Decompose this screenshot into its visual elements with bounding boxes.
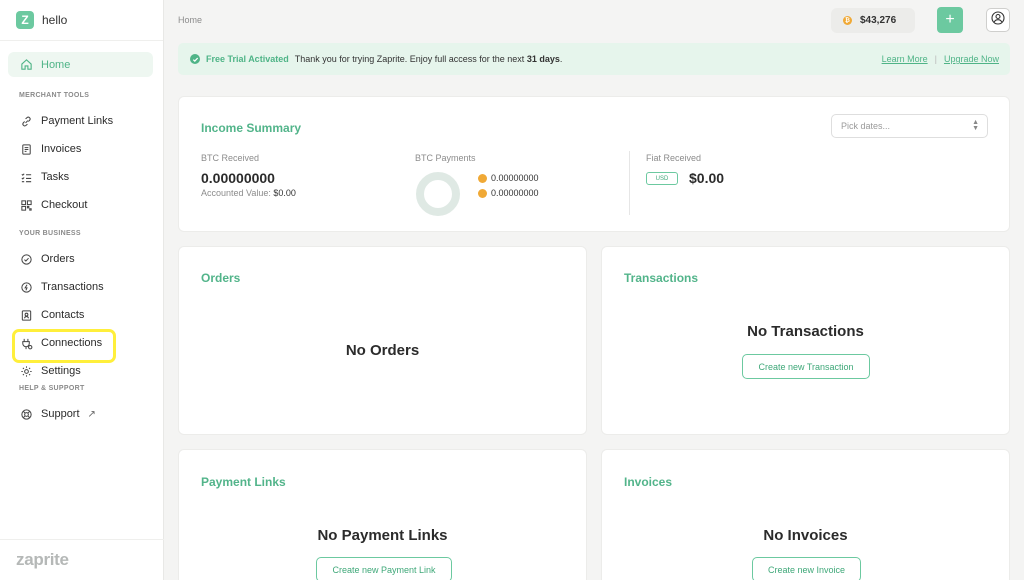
btc-price-badge[interactable]: ₿ $43,276	[831, 8, 915, 33]
user-icon	[991, 10, 1005, 30]
sidebar: Z hello Home MERCHANT TOOLS Payment Link…	[0, 0, 164, 580]
btc-received-label: BTC Received	[201, 153, 260, 163]
invoices-title: Invoices	[624, 475, 673, 489]
home-icon	[19, 58, 33, 72]
banner-links: Learn More | Upgrade Now	[882, 54, 999, 64]
zaprite-wordmark: zaprite	[0, 539, 164, 580]
transactions-empty-state: No Transactions	[747, 323, 864, 340]
add-button[interactable]: +	[937, 7, 963, 33]
sidebar-item-home[interactable]: Home	[8, 52, 153, 77]
sidebar-item-label: Payment Links	[41, 115, 114, 127]
sidebar-item-label: Contacts	[41, 309, 85, 321]
bitcoin-icon	[478, 173, 487, 183]
bitcoin-icon: ₿	[843, 16, 852, 25]
sidebar-item-settings[interactable]: Settings	[0, 357, 163, 385]
invoice-icon	[19, 142, 33, 156]
date-range-picker[interactable]: Pick dates... ▲ ▼	[831, 114, 988, 138]
payment-links-card: Payment Links No Payment Links Create ne…	[178, 449, 587, 580]
btc-onchain-row: 0.00000000	[478, 173, 539, 183]
sidebar-item-label: Support	[41, 408, 80, 420]
btc-price: $43,276	[860, 15, 897, 26]
sidebar-item-label: Home	[41, 58, 71, 71]
income-summary-card: Income Summary Pick dates... ▲ ▼ BTC Rece…	[178, 96, 1010, 232]
check-circle-icon	[19, 252, 33, 266]
merchant-tools-heading: MERCHANT TOOLS	[19, 92, 90, 99]
lightning-circle-icon	[19, 280, 33, 294]
sidebar-item-connections[interactable]: Connections	[0, 329, 163, 363]
topbar: Home ₿ $43,276 +	[164, 0, 1024, 41]
external-link-icon: ↗	[87, 408, 96, 420]
accounted-label: Accounted Value:	[201, 188, 271, 198]
banner-message: Thank you for trying Zaprite. Enjoy full…	[295, 54, 563, 64]
btc-payments-donut	[416, 172, 460, 216]
sidebar-item-payment-links[interactable]: Payment Links	[0, 107, 163, 135]
trial-banner: Free Trial Activated Thank you for tryin…	[178, 43, 1010, 75]
transactions-card: Transactions No Transactions Create new …	[601, 246, 1010, 435]
checklist-icon	[19, 170, 33, 184]
user-menu-button[interactable]	[986, 8, 1010, 32]
accounted-value: Accounted Value: $0.00	[201, 188, 296, 198]
sidebar-item-label: Tasks	[41, 171, 70, 183]
qr-code-icon	[19, 198, 33, 212]
sidebar-item-invoices[interactable]: Invoices	[0, 135, 163, 163]
lightning-icon	[478, 188, 487, 198]
banner-text-pre: Thank you for trying Zaprite. Enjoy full…	[294, 54, 527, 64]
fiat-received-label: Fiat Received	[646, 153, 702, 163]
currency-badge: USD	[646, 172, 678, 185]
your-business-heading: YOUR BUSINESS	[19, 230, 81, 237]
lifebuoy-icon	[19, 407, 33, 421]
learn-more-link[interactable]: Learn More	[882, 54, 928, 64]
invoices-empty-state: No Invoices	[763, 527, 848, 544]
sidebar-item-checkout[interactable]: Checkout	[0, 191, 163, 219]
banner-text-post: .	[559, 54, 563, 64]
income-summary-title: Income Summary	[201, 121, 302, 135]
transactions-title: Transactions	[624, 271, 699, 285]
contact-card-icon	[19, 308, 33, 322]
sidebar-item-label: Connections	[41, 337, 103, 349]
gear-icon	[19, 364, 33, 378]
sidebar-item-label: Settings	[41, 365, 81, 377]
btc-lightning-row: 0.00000000	[478, 188, 539, 198]
link-icon	[19, 114, 33, 128]
sidebar-item-label: Invoices	[41, 143, 82, 155]
btc-received-value: 0.00000000	[201, 170, 275, 186]
banner-title: Free Trial Activated	[206, 54, 289, 64]
payment-links-title: Payment Links	[201, 475, 286, 489]
breadcrumb: Home	[178, 15, 203, 25]
invoices-card: Invoices No Invoices Create new Invoice	[601, 449, 1010, 580]
plug-icon	[19, 336, 33, 350]
workspace-switcher[interactable]: Z hello	[0, 0, 163, 41]
orders-card: Orders No Orders	[178, 246, 587, 435]
link-separator: |	[934, 54, 937, 64]
fiat-received-value: $0.00	[689, 170, 725, 186]
sidebar-item-orders[interactable]: Orders	[0, 245, 163, 273]
btc-payments-label: BTC Payments	[415, 153, 476, 163]
sidebar-item-contacts[interactable]: Contacts	[0, 301, 163, 329]
create-invoice-button[interactable]: Create new Invoice	[752, 557, 861, 580]
section-divider	[629, 151, 630, 215]
date-picker-placeholder: Pick dates...	[841, 121, 891, 131]
trial-days: 31 days	[526, 54, 560, 64]
btc-onchain-amount: 0.00000000	[491, 173, 539, 183]
check-icon	[190, 54, 200, 64]
sidebar-item-label: Checkout	[41, 199, 88, 211]
payment-links-empty-state: No Payment Links	[317, 527, 448, 544]
sidebar-item-transactions[interactable]: Transactions	[0, 273, 163, 301]
create-payment-link-button[interactable]: Create new Payment Link	[316, 557, 452, 580]
orders-title: Orders	[201, 271, 241, 285]
accounted-amount: $0.00	[273, 188, 296, 198]
sidebar-item-tasks[interactable]: Tasks	[0, 163, 163, 191]
workspace-name: hello	[42, 13, 68, 27]
sidebar-item-support[interactable]: Support ↗	[0, 400, 163, 428]
sidebar-item-label: Transactions	[41, 281, 104, 293]
btc-lightning-amount: 0.00000000	[491, 188, 539, 198]
zaprite-logo-icon: Z	[16, 11, 34, 29]
upgrade-now-link[interactable]: Upgrade Now	[944, 54, 999, 64]
chevron-updown-icon: ▲ ▼	[972, 119, 979, 132]
sidebar-item-label: Orders	[41, 253, 75, 265]
orders-empty-state: No Orders	[345, 342, 420, 359]
create-transaction-button[interactable]: Create new Transaction	[742, 354, 870, 379]
